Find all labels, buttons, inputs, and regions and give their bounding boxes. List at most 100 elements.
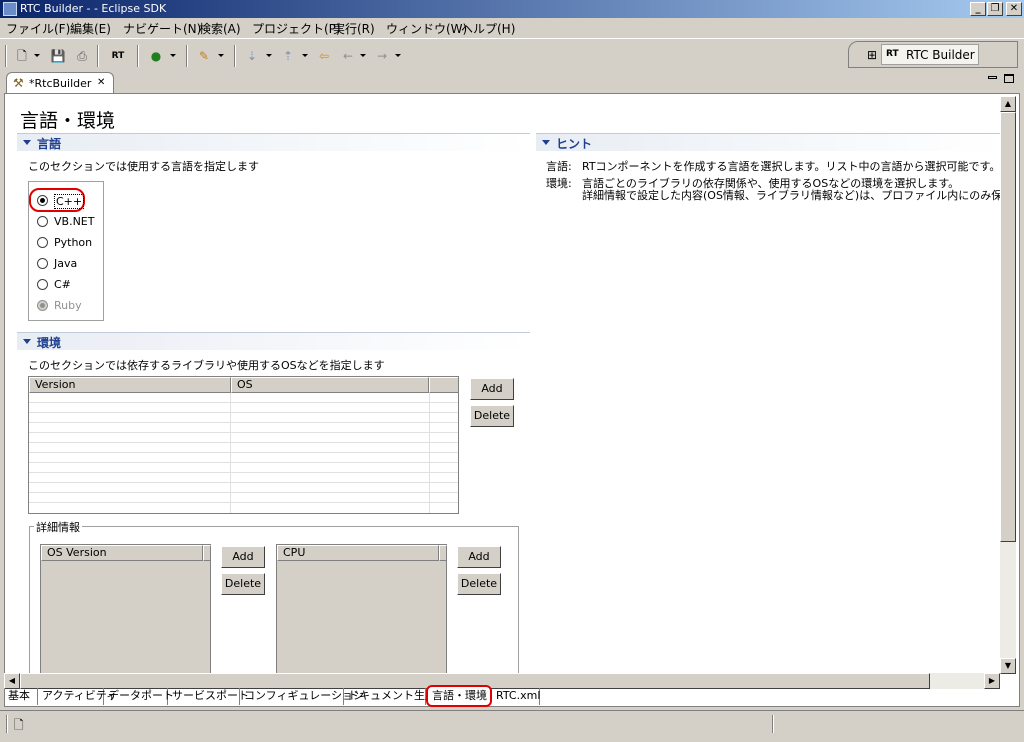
close-tab-icon[interactable]: ✕	[97, 77, 105, 88]
radio-java-label[interactable]: Java	[54, 257, 77, 270]
collapse-icon	[23, 339, 31, 344]
cpu-table[interactable]: CPU	[276, 544, 447, 674]
radio-csharp-label[interactable]: C#	[54, 278, 71, 291]
brush-icon[interactable]: ✎	[196, 48, 212, 64]
rt-perspective-icon: RT	[886, 49, 899, 59]
table-row[interactable]	[29, 453, 458, 463]
next-annotation-icon[interactable]: ⇣	[244, 48, 260, 64]
table-row[interactable]	[29, 443, 458, 453]
table-row[interactable]	[29, 403, 458, 413]
table-row[interactable]	[29, 483, 458, 493]
fast-view-icon[interactable]: 🗋	[14, 716, 24, 737]
scroll-left-icon[interactable]: ◀	[4, 673, 20, 689]
env-table[interactable]: Version OS	[28, 376, 459, 514]
menu-help[interactable]: ヘルプ(H)	[461, 20, 515, 37]
menu-search[interactable]: 検索(A)	[199, 20, 241, 37]
hint-text-details: 詳細情報で設定した内容(OS情報、ライブラリ情報など)は、プロファイル内にのみ保…	[582, 189, 1000, 202]
minimize-view-icon[interactable]	[988, 76, 997, 79]
tab-dataport[interactable]: データポート	[104, 688, 174, 705]
vertical-scroll-thumb[interactable]	[1000, 112, 1016, 542]
env-section-title: 環境	[37, 336, 62, 350]
editor-tab-label: *RtcBuilder	[29, 77, 92, 90]
minimize-button[interactable]: _	[970, 2, 986, 16]
new-icon[interactable]: 🗋	[14, 48, 30, 64]
print-icon[interactable]: ⎙	[74, 48, 90, 64]
radio-csharp[interactable]	[37, 279, 48, 290]
os-add-button[interactable]: Add	[221, 546, 265, 568]
radio-cpp[interactable]	[37, 195, 48, 206]
status-separator	[6, 715, 8, 733]
cpu-add-button[interactable]: Add	[457, 546, 501, 568]
vertical-scrollbar[interactable]: ▲ ▼	[1000, 96, 1016, 674]
last-edit-icon[interactable]: ⇦	[316, 48, 332, 64]
close-button[interactable]: ✕	[1006, 2, 1022, 16]
os-version-col[interactable]: OS Version	[41, 545, 203, 561]
back-dropdown-icon[interactable]	[360, 54, 366, 57]
radio-python[interactable]	[37, 237, 48, 248]
env-table-rows	[29, 393, 458, 503]
table-row[interactable]	[29, 393, 458, 403]
table-row[interactable]	[29, 463, 458, 473]
radio-python-label[interactable]: Python	[54, 236, 92, 249]
hint-section-header[interactable]: ヒント	[536, 133, 1000, 151]
rt-icon[interactable]: RT	[110, 48, 126, 64]
radio-cpp-label[interactable]: C++	[54, 194, 85, 209]
env-col-os[interactable]: OS	[231, 377, 429, 393]
table-row[interactable]	[29, 473, 458, 483]
maximize-view-icon[interactable]	[1004, 74, 1014, 83]
scroll-down-icon[interactable]: ▼	[1000, 658, 1016, 674]
language-section-header[interactable]: 言語	[17, 133, 530, 151]
os-version-table[interactable]: OS Version	[40, 544, 211, 674]
menu-file[interactable]: ファイル(F)	[6, 20, 70, 37]
menu-navigate[interactable]: ナビゲート(N)	[123, 20, 201, 37]
tab-activity[interactable]: アクティビティ	[38, 688, 117, 705]
save-icon[interactable]: 💾	[50, 48, 66, 64]
menu-run[interactable]: 実行(R)	[333, 20, 375, 37]
env-section-header[interactable]: 環境	[17, 332, 530, 350]
maximize-button[interactable]: ❐	[987, 2, 1003, 16]
editor-tab-rtcbuilder[interactable]: ⚒ *RtcBuilder ✕	[6, 72, 114, 94]
new-dropdown-icon[interactable]	[34, 54, 40, 57]
open-perspective-icon[interactable]: ⊞	[867, 48, 881, 62]
status-bar: 🗋	[0, 710, 1024, 742]
tab-serviceport[interactable]: サービスポート	[168, 688, 249, 705]
language-section-title: 言語	[37, 137, 62, 151]
brush-dropdown-icon[interactable]	[218, 54, 224, 57]
perspective-rtc-builder[interactable]: RT RTC Builder	[881, 44, 979, 65]
run-icon[interactable]: ●	[148, 48, 164, 64]
run-dropdown-icon[interactable]	[170, 54, 176, 57]
forward-icon[interactable]: →	[374, 48, 390, 64]
cpu-delete-button[interactable]: Delete	[457, 573, 501, 595]
table-row[interactable]	[29, 423, 458, 433]
horizontal-scrollbar[interactable]: ◀ ▶	[4, 673, 1000, 689]
menu-edit[interactable]: 編集(E)	[70, 20, 111, 37]
table-row[interactable]	[29, 413, 458, 423]
radio-java[interactable]	[37, 258, 48, 269]
tab-configuration[interactable]: コンフィギュレーション	[240, 688, 364, 705]
menu-window[interactable]: ウィンドウ(W)	[386, 20, 467, 37]
forward-dropdown-icon[interactable]	[395, 54, 401, 57]
cpu-col[interactable]: CPU	[277, 545, 439, 561]
table-row[interactable]	[29, 433, 458, 443]
env-add-button[interactable]: Add	[470, 378, 514, 400]
prev-annotation-icon[interactable]: ⇡	[280, 48, 296, 64]
env-col-extra[interactable]	[429, 377, 458, 393]
prev-annotation-dropdown-icon[interactable]	[302, 54, 308, 57]
scroll-right-icon[interactable]: ▶	[984, 673, 1000, 689]
status-separator	[772, 715, 774, 733]
radio-vbnet[interactable]	[37, 216, 48, 227]
radio-vbnet-label[interactable]: VB.NET	[54, 215, 94, 228]
next-annotation-dropdown-icon[interactable]	[266, 54, 272, 57]
scroll-up-icon[interactable]: ▲	[1000, 96, 1016, 112]
tab-documentation[interactable]: ドキュメント生成	[344, 688, 436, 705]
env-col-version[interactable]: Version	[29, 377, 231, 393]
tab-basic[interactable]: 基本	[4, 688, 38, 705]
tab-language-environment[interactable]: 言語・環境	[426, 685, 492, 707]
back-icon[interactable]: ←	[340, 48, 356, 64]
env-delete-button[interactable]: Delete	[470, 405, 514, 427]
menu-project[interactable]: プロジェクト(P)	[252, 20, 341, 37]
os-delete-button[interactable]: Delete	[221, 573, 265, 595]
table-row[interactable]	[29, 493, 458, 503]
tab-rtc-xml[interactable]: RTC.xml	[492, 688, 540, 705]
hammer-icon: ⚒	[13, 76, 24, 90]
